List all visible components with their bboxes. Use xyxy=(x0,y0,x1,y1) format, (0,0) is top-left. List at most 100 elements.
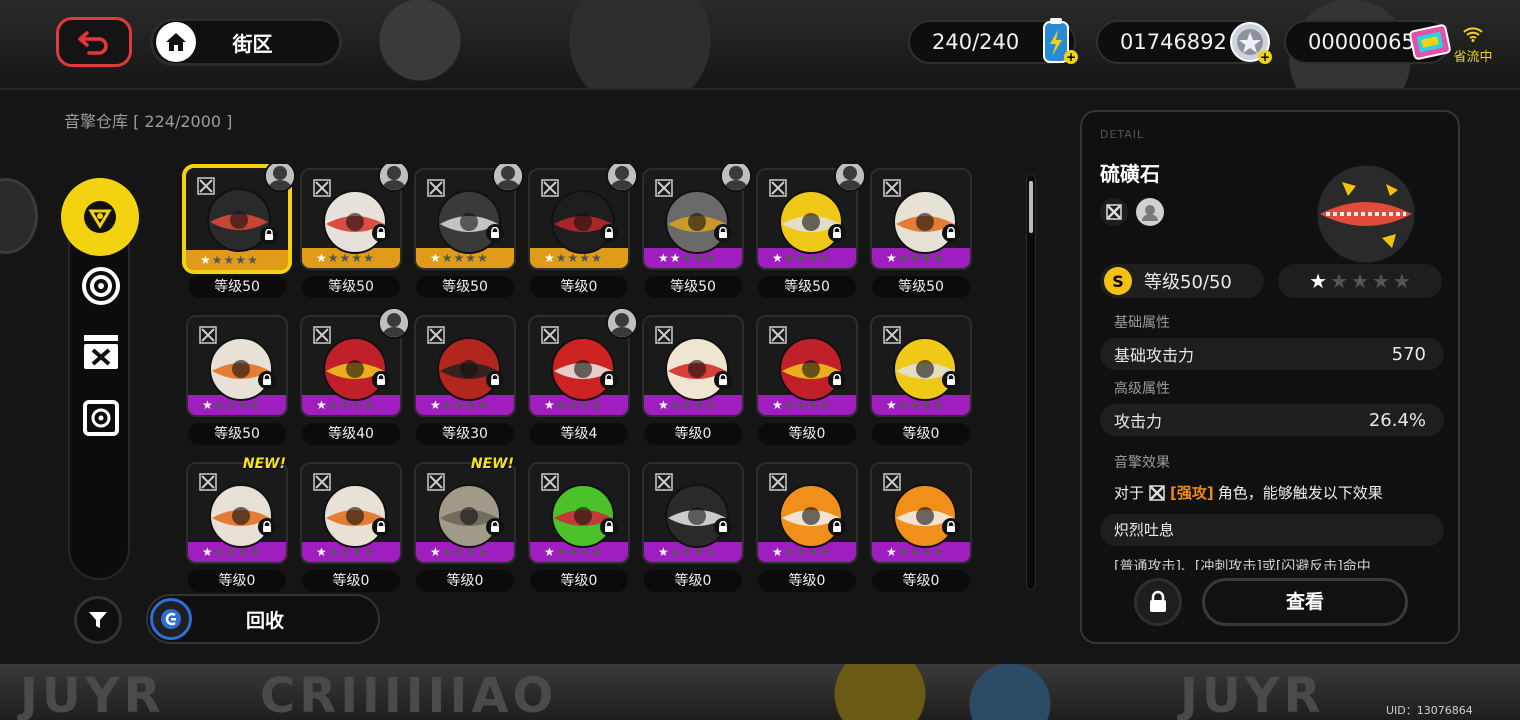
wengine-slot[interactable]: ★★★★★ 等级0 xyxy=(296,458,406,592)
wengine-card[interactable]: ★★★★★ xyxy=(756,462,858,564)
wengine-card[interactable]: ★★★★★ xyxy=(300,462,402,564)
wengine-slot[interactable]: ★★★★★ 等级0 xyxy=(524,164,638,298)
currency-counter[interactable]: 01746892 + xyxy=(1096,20,1272,64)
wengine-slot[interactable]: ★★★★★ 等级50 xyxy=(752,164,866,298)
battery-counter[interactable]: 240/240 + xyxy=(908,18,1078,64)
bangboo-icon xyxy=(84,335,118,369)
attack-type-icon xyxy=(427,326,445,344)
attack-type-icon xyxy=(655,473,673,491)
category-bangboo-tab[interactable] xyxy=(75,326,127,378)
star-icon: ★ xyxy=(1351,269,1369,293)
wengine-slot[interactable]: ★★★★★ 等级50 xyxy=(866,164,976,298)
lock-icon xyxy=(1150,590,1166,612)
attack-type-icon xyxy=(769,473,787,491)
category-drive-tab[interactable] xyxy=(75,392,127,444)
star-icon: ★ xyxy=(1309,269,1328,293)
star-icon: ★ xyxy=(555,251,568,265)
star-icon: ★ xyxy=(897,398,910,412)
star-icon: ★ xyxy=(1392,269,1411,293)
filter-button[interactable] xyxy=(74,596,122,644)
wengine-slot[interactable]: ★★★★★ NEW! 等级0 xyxy=(410,456,520,592)
battery-add-icon[interactable]: + xyxy=(1064,50,1078,64)
star-icon: ★ xyxy=(579,398,592,412)
wengine-card[interactable]: ★★★★★ xyxy=(528,462,630,564)
basic-attack-value: 570 xyxy=(1391,343,1426,365)
star-icon: ★ xyxy=(886,251,898,265)
scroll-thumb[interactable] xyxy=(1029,181,1033,233)
star-rating: ★★★★★ xyxy=(544,545,603,559)
wengine-slot[interactable]: ★★★★★ 等级4 xyxy=(524,307,638,445)
detail-level-value: 等级50/50 xyxy=(1144,272,1232,293)
star-icon: ★ xyxy=(705,251,717,265)
star-icon: ★ xyxy=(339,545,352,559)
wengine-slot[interactable]: ★★★★★ 等级50 xyxy=(182,311,292,445)
wengine-slot[interactable]: ★★★★★ 等级50 xyxy=(638,164,752,298)
wengine-card[interactable]: ★★★★★ xyxy=(870,462,972,564)
recycle-button[interactable]: 回收 xyxy=(146,594,380,644)
effect-condition: 对于 [强攻] 角色，能够触发以下效果 xyxy=(1114,482,1383,503)
data-saver-status: 省流中 xyxy=(1448,26,1498,66)
wengine-name: 硫磺石 xyxy=(1100,162,1160,186)
wengine-slot[interactable]: ★★★★★ 等级0 xyxy=(752,311,862,445)
star-icon: ★ xyxy=(567,545,580,559)
star-icon: ★ xyxy=(465,398,478,412)
category-disc-tab[interactable] xyxy=(75,260,127,312)
basic-attack-row: 基础攻击力 570 xyxy=(1100,338,1444,370)
grid-scrollbar[interactable] xyxy=(1026,174,1036,590)
home-button[interactable]: 街区 xyxy=(150,18,342,66)
wengine-card[interactable]: ★★★★★ xyxy=(756,315,858,417)
wengine-slot[interactable]: ★★★★★ 等级0 xyxy=(638,458,748,592)
wengine-card[interactable]: ★★★★★ xyxy=(870,315,972,417)
star-icon: ★ xyxy=(795,398,808,412)
star-icon: ★ xyxy=(363,545,375,559)
effect-prefix: 对于 xyxy=(1114,484,1145,502)
wengine-level: 等级50 xyxy=(188,423,286,445)
new-badge: NEW! xyxy=(470,456,514,472)
star-icon: ★ xyxy=(591,398,603,412)
wengine-slot[interactable]: ★★★★★ 等级0 xyxy=(524,458,634,592)
star-icon: ★ xyxy=(237,398,250,412)
star-icon: ★ xyxy=(807,545,820,559)
wengine-slot[interactable]: ★★★★★ 等级50 xyxy=(410,164,524,298)
wengine-slot[interactable]: ★★★★★ NEW! 等级0 xyxy=(182,456,292,592)
wengine-card[interactable]: ★★★★★ xyxy=(642,462,744,564)
star-icon: ★ xyxy=(669,545,682,559)
attack-type-icon xyxy=(883,326,901,344)
film-counter[interactable]: 00000065 xyxy=(1284,20,1451,64)
star-rating: ★★★★★ xyxy=(200,253,259,267)
category-wengine-tab[interactable] xyxy=(61,178,139,256)
wengine-card[interactable]: ★★★★★ xyxy=(870,168,972,270)
lock-toggle-button[interactable] xyxy=(1134,578,1182,626)
star-icon: ★ xyxy=(591,545,603,559)
star-icon: ★ xyxy=(441,251,454,265)
star-icon: ★ xyxy=(544,251,556,265)
wengine-slot[interactable]: ★★★★★ 等级40 xyxy=(296,307,410,445)
currency-add-icon[interactable]: + xyxy=(1258,50,1272,64)
attack-type-icon xyxy=(541,179,559,197)
wengine-slot[interactable]: ★★★★★ 等级50 xyxy=(182,164,296,298)
attack-type-icon xyxy=(541,326,559,344)
wengine-slot[interactable]: ★★★★★ 等级0 xyxy=(866,311,976,445)
wengine-card[interactable]: ★★★★★ xyxy=(186,462,288,564)
star-rating: ★★★★★ xyxy=(772,398,831,412)
back-button[interactable] xyxy=(56,17,132,67)
star-icon: ★ xyxy=(933,545,945,559)
wengine-slot[interactable]: ★★★★★ 等级50 xyxy=(296,164,410,298)
wengine-slot[interactable]: ★★★★★ 等级0 xyxy=(866,458,976,592)
star-icon: ★ xyxy=(693,398,706,412)
wengine-card[interactable]: ★★★★★ xyxy=(186,315,288,417)
wengine-slot[interactable]: ★★★★★ 等级30 xyxy=(410,311,520,445)
wengine-level: 等级40 xyxy=(302,423,400,445)
lock-icon xyxy=(260,226,278,244)
recycle-label: 回收 xyxy=(245,609,284,632)
star-rating: ★★★★★ xyxy=(886,398,945,412)
wengine-slot[interactable]: ★★★★★ 等级0 xyxy=(752,458,862,592)
wengine-card[interactable]: ★★★★★ xyxy=(414,315,516,417)
view-button[interactable]: 查看 xyxy=(1202,578,1408,626)
wengine-card[interactable]: ★★★★★ xyxy=(642,315,744,417)
wengine-card[interactable]: ★★★★★ xyxy=(414,462,516,564)
basic-attack-label: 基础攻击力 xyxy=(1114,346,1195,365)
lock-icon xyxy=(942,224,960,242)
wengine-slot[interactable]: ★★★★★ 等级0 xyxy=(638,311,748,445)
attack-type-icon xyxy=(313,326,331,344)
